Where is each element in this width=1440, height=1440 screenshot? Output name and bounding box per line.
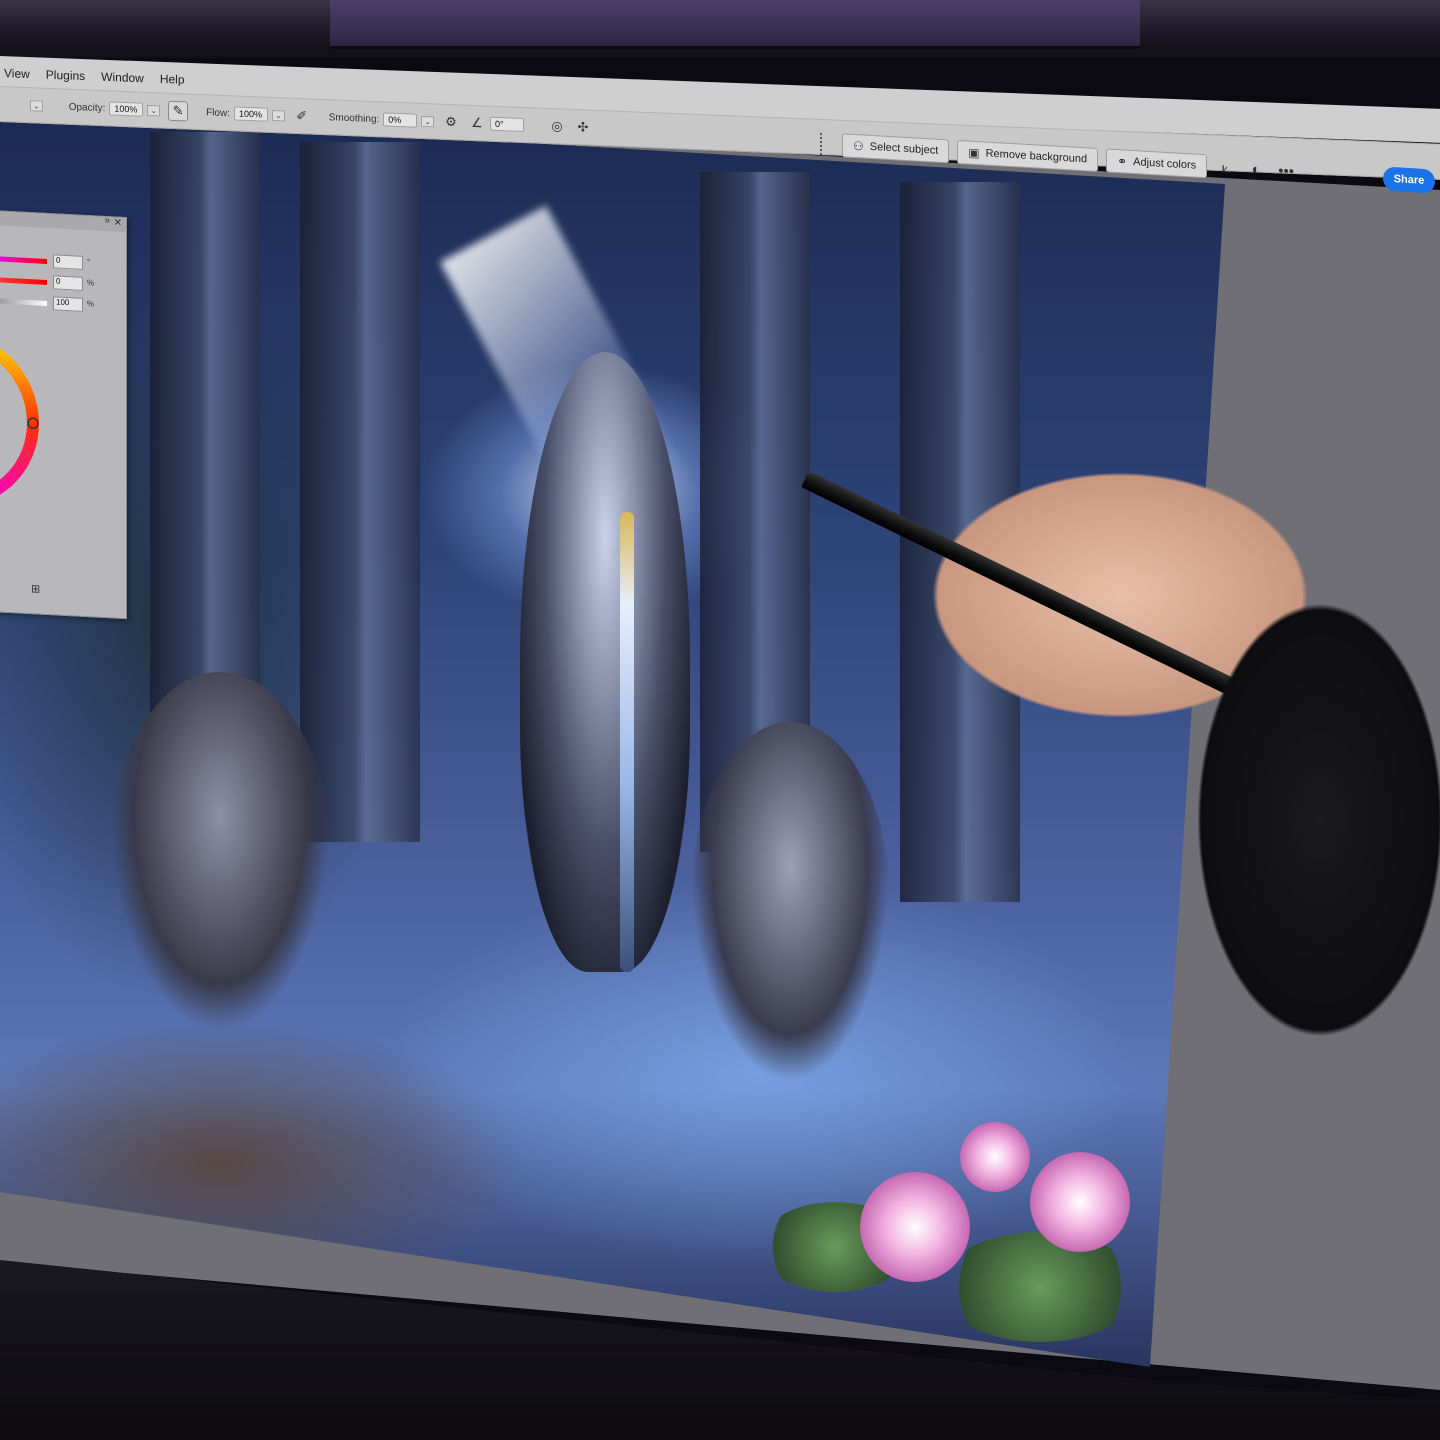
drawing-glove (1110, 520, 1440, 1140)
mask-icon[interactable]: ◐ (1245, 160, 1267, 178)
color-panel: » ✕ 0 ° 0 % 100 % ⊞ (0, 210, 127, 620)
angle-field[interactable]: 0° (490, 116, 524, 133)
person-icon: ⚇ (853, 138, 864, 154)
hue-slider-row: 0 ° (0, 250, 126, 275)
pressure-size-icon[interactable]: ◎ (548, 117, 566, 136)
mermaid-right (690, 722, 890, 1082)
menu-window[interactable]: Window (101, 70, 144, 86)
share-button[interactable]: Share (1383, 166, 1435, 194)
temple-pillar (300, 142, 420, 842)
collapse-icon[interactable]: » (104, 215, 110, 226)
crop-icon[interactable]: ⟀ (1215, 158, 1237, 177)
airbrush-icon[interactable]: ✐ (293, 107, 311, 126)
select-subject-button[interactable]: ⚇ Select subject (842, 133, 950, 164)
more-options-icon[interactable]: ••• (1275, 162, 1297, 180)
saturation-slider[interactable] (0, 277, 47, 285)
add-swatch-icon[interactable]: ⊞ (31, 582, 40, 595)
smoothing-label: Smoothing: (328, 111, 380, 125)
hue-field[interactable]: 0 (53, 254, 83, 270)
pen-pressure-icon[interactable]: ✎ (168, 100, 189, 122)
hue-unit: ° (87, 257, 91, 267)
photo-scene: View Plugins Window Help ⌄ Opacity: 100%… (0, 0, 1440, 1440)
drag-handle[interactable] (820, 133, 826, 156)
mermaid-left (110, 672, 330, 1032)
butterfly-icon[interactable]: ✣ (574, 118, 592, 137)
sword (620, 512, 634, 972)
smoothing-field[interactable]: 0% (383, 112, 418, 128)
adjust-icon: ⚭ (1117, 154, 1128, 169)
remove-background-button[interactable]: ▣ Remove background (957, 139, 1099, 173)
menu-view[interactable]: View (4, 66, 30, 81)
menu-help[interactable]: Help (160, 72, 185, 87)
saturation-slider-row: 0 % (0, 271, 126, 296)
flow-label: Flow: (206, 106, 230, 119)
brightness-field[interactable]: 100 (53, 296, 83, 312)
opacity-label: Opacity: (68, 101, 106, 114)
image-icon: ▣ (968, 145, 980, 161)
adjust-colors-button[interactable]: ⚭ Adjust colors (1106, 148, 1208, 179)
remove-background-label: Remove background (985, 147, 1088, 166)
gear-icon[interactable]: ⚙ (442, 113, 460, 132)
smoothing-dropdown[interactable]: ⌄ (421, 115, 434, 127)
preset-dropdown[interactable]: ⌄ (30, 99, 43, 112)
lily-pad (940, 1232, 1140, 1342)
saturation-unit: % (87, 278, 95, 288)
brightness-slider[interactable] (0, 298, 47, 306)
angle-icon: ∠ (471, 114, 483, 131)
hue-slider[interactable] (0, 256, 47, 264)
brightness-unit: % (87, 299, 95, 309)
close-icon[interactable]: ✕ (114, 217, 122, 228)
opacity-field[interactable]: 100% (109, 101, 144, 117)
opacity-dropdown[interactable]: ⌄ (147, 104, 161, 116)
flow-field[interactable]: 100% (234, 106, 268, 122)
select-subject-label: Select subject (869, 140, 939, 157)
color-wheel[interactable] (0, 308, 51, 514)
second-monitor-screen (330, 0, 1140, 49)
warrior-figure (520, 352, 690, 972)
flow-dropdown[interactable]: ⌄ (272, 109, 285, 121)
adjust-colors-label: Adjust colors (1133, 156, 1197, 172)
background-monitor (0, 0, 1440, 58)
menu-plugins[interactable]: Plugins (46, 68, 85, 83)
saturation-field[interactable]: 0 (53, 275, 83, 291)
